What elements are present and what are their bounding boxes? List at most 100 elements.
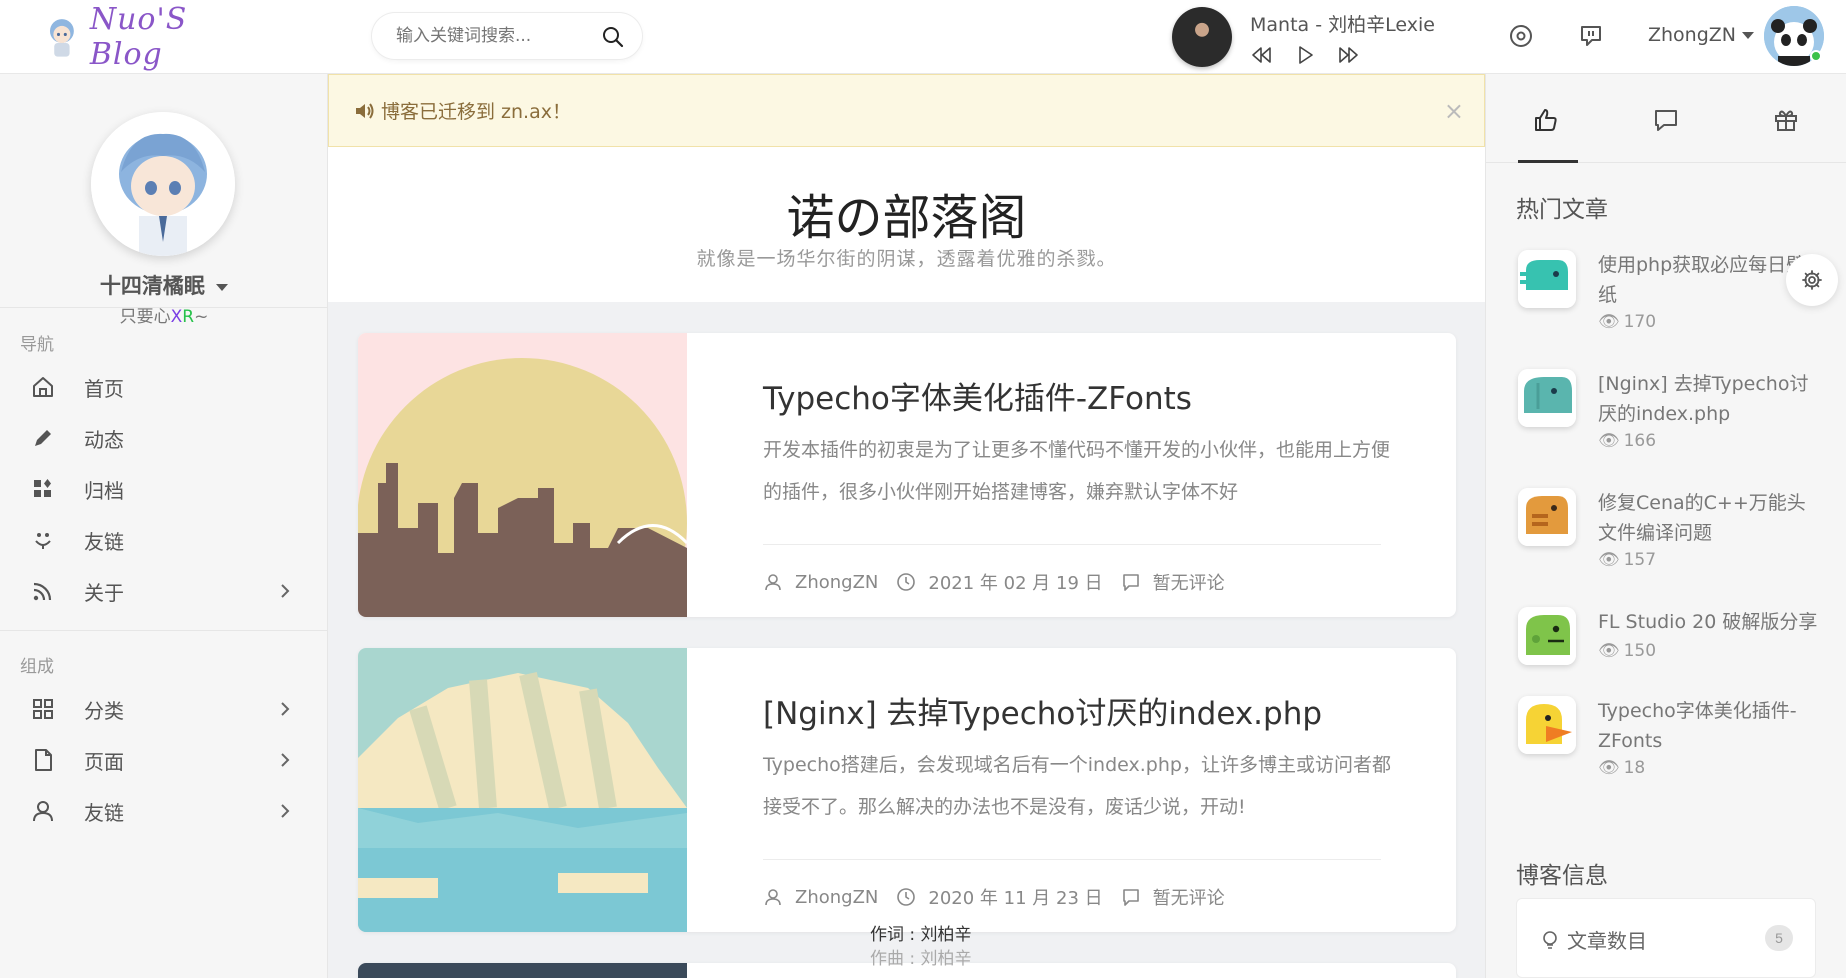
online-status-dot [1810,50,1822,62]
gear-icon [1802,270,1822,290]
post-title[interactable]: Typecho字体美化插件-ZFonts [763,373,1192,418]
logo-text: Nuo'S Blog [89,2,188,72]
avatar-image [91,112,235,256]
user-icon [765,889,781,906]
motto-suffix: ~ [194,307,209,327]
search-input[interactable] [396,26,596,46]
post-count-row: 文章数目 [1541,925,1647,954]
eye-icon: 👁 [1598,758,1620,778]
post-thumbnail[interactable] [358,648,687,932]
hot-post-thumbnail[interactable] [1518,696,1576,754]
hot-post-item[interactable]: 修复Cena的C++万能头文件编译问题 👁 157 [1518,488,1828,588]
previous-icon[interactable] [1250,45,1272,65]
search-icon[interactable] [602,26,624,48]
close-icon[interactable]: × [1444,97,1464,125]
message-icon[interactable] [1578,23,1604,49]
chevron-right-icon [281,804,290,818]
profile-name-text: 十四清橘眠 [99,274,205,298]
play-icon[interactable] [1294,45,1316,65]
next-icon[interactable] [1338,45,1360,65]
pencil-icon [35,430,51,446]
comment-icon [1122,889,1139,906]
blog-info-heading: 博客信息 [1516,863,1608,889]
hot-post-thumbnail[interactable] [1518,369,1576,427]
sidebar-item-label: 友链 [84,529,124,554]
eye-icon: 👁 [1598,550,1620,570]
sidebar-item-label: 归档 [84,478,124,503]
site-logo[interactable]: Nuo'S Blog [44,2,244,72]
active-tab-indicator [1518,160,1578,163]
chevron-right-icon [281,753,290,767]
post-comments[interactable]: 暂无评论 [1153,884,1225,910]
chevron-right-icon [281,584,290,598]
hot-post-item[interactable]: Typecho字体美化插件-ZFonts 👁 18 [1518,696,1828,796]
search-box[interactable] [372,13,642,59]
record-icon[interactable] [1508,23,1534,49]
hot-post-title[interactable]: 修复Cena的C++万能头文件编译问题 [1598,488,1818,548]
sidebar-item-label: 动态 [84,427,124,452]
post-count-badge: 5 [1765,925,1793,951]
lyric-line: 作曲 : 刘柏辛 [870,949,972,969]
hot-post-thumbnail[interactable] [1518,488,1576,546]
comment-icon [1122,574,1139,591]
hot-post-thumbnail[interactable] [1518,607,1576,665]
eye-icon: 👁 [1598,312,1620,332]
sidebar-item-about[interactable]: 关于 [0,561,328,621]
hot-post-title[interactable]: [Nginx] 去掉Typecho讨厌的index.php [1598,369,1818,429]
post-excerpt: 开发本插件的初衷是为了让更多不懂代码不懂开发的小伙伴，也能用上方便的插件，很多小… [763,439,1391,503]
thumbs-up-icon[interactable] [1532,106,1560,134]
link-icon [35,533,51,549]
sidebar-item-friends[interactable]: 友链 [0,781,328,841]
divider [763,544,1381,545]
eye-icon: 👁 [1598,431,1620,451]
view-count: 150 [1623,641,1657,661]
post-thumbnail[interactable] [358,963,687,978]
home-icon [33,377,53,397]
hot-post-item[interactable]: 使用php获取必应每日壁纸 👁 170 [1518,250,1828,350]
hot-post-thumbnail[interactable] [1518,250,1576,308]
hot-post-title[interactable]: Typecho字体美化插件-ZFonts [1598,696,1818,756]
post-author[interactable]: ZhongZN [795,572,878,593]
hot-post-title[interactable]: 使用php获取必应每日壁纸 [1598,250,1818,310]
hot-post-item[interactable]: FL Studio 20 破解版分享 👁 150 [1518,607,1828,687]
post-card[interactable]: Typecho字体美化插件-ZFonts 开发本插件的初衷是为了让更多不懂代码不… [358,333,1456,617]
eye-icon: 👁 [1598,641,1620,661]
user-menu[interactable]: ZhongZN [1648,24,1755,46]
comment-tab-icon[interactable] [1652,106,1680,134]
post-excerpt: Typecho搭建后，会发现域名后有一个index.php，让许多博主或访问者都… [763,754,1391,818]
sidebar-item-label: 分类 [84,698,124,723]
clock-icon [897,573,916,591]
post-title[interactable]: [Nginx] 去掉Typecho讨厌的index.php [763,688,1322,733]
page-icon [35,749,52,771]
grid-icon [34,479,51,497]
player-controls [1250,45,1435,65]
profile-avatar[interactable] [91,112,235,256]
hot-post-title[interactable]: FL Studio 20 破解版分享 [1598,607,1818,637]
settings-button[interactable] [1786,254,1838,306]
album-cover[interactable] [1172,7,1232,67]
view-count: 166 [1623,431,1657,451]
bulb-icon [1543,930,1557,949]
blog-info-box: 文章数目 5 [1516,898,1816,978]
sidebar-item-label: 页面 [84,749,124,774]
rss-icon [33,582,52,601]
post-author[interactable]: ZhongZN [795,887,878,908]
notice-banner: 博客已迁移到 zn.ax！ × [328,74,1485,147]
nav-heading: 导航 [20,335,54,355]
post-thumbnail[interactable] [358,333,687,617]
lyric-line: 作词 : 刘柏辛 [870,925,972,945]
post-card[interactable]: [Nginx] 去掉Typecho讨厌的index.php Typecho搭建后… [358,648,1456,932]
profile-name[interactable]: 十四清橘眠 [0,270,328,300]
post-comments[interactable]: 暂无评论 [1153,569,1225,595]
hot-post-item[interactable]: [Nginx] 去掉Typecho讨厌的index.php 👁 166 [1518,369,1828,469]
post-meta: ZhongZN 2020 年 11 月 23 日 暂无评论 [763,884,1225,910]
gift-icon[interactable] [1772,106,1800,134]
hot-post-views: 👁 166 [1598,431,1656,451]
music-player: Manta - 刘柏辛Lexie [1172,6,1435,68]
divider [763,859,1381,860]
divider [0,630,328,631]
post-meta: ZhongZN 2021 年 02 月 19 日 暂无评论 [763,569,1225,595]
sidebar-item-label: 首页 [84,376,124,401]
profile-motto: 只要心XR~ [0,302,328,327]
chevron-right-icon [281,702,290,716]
